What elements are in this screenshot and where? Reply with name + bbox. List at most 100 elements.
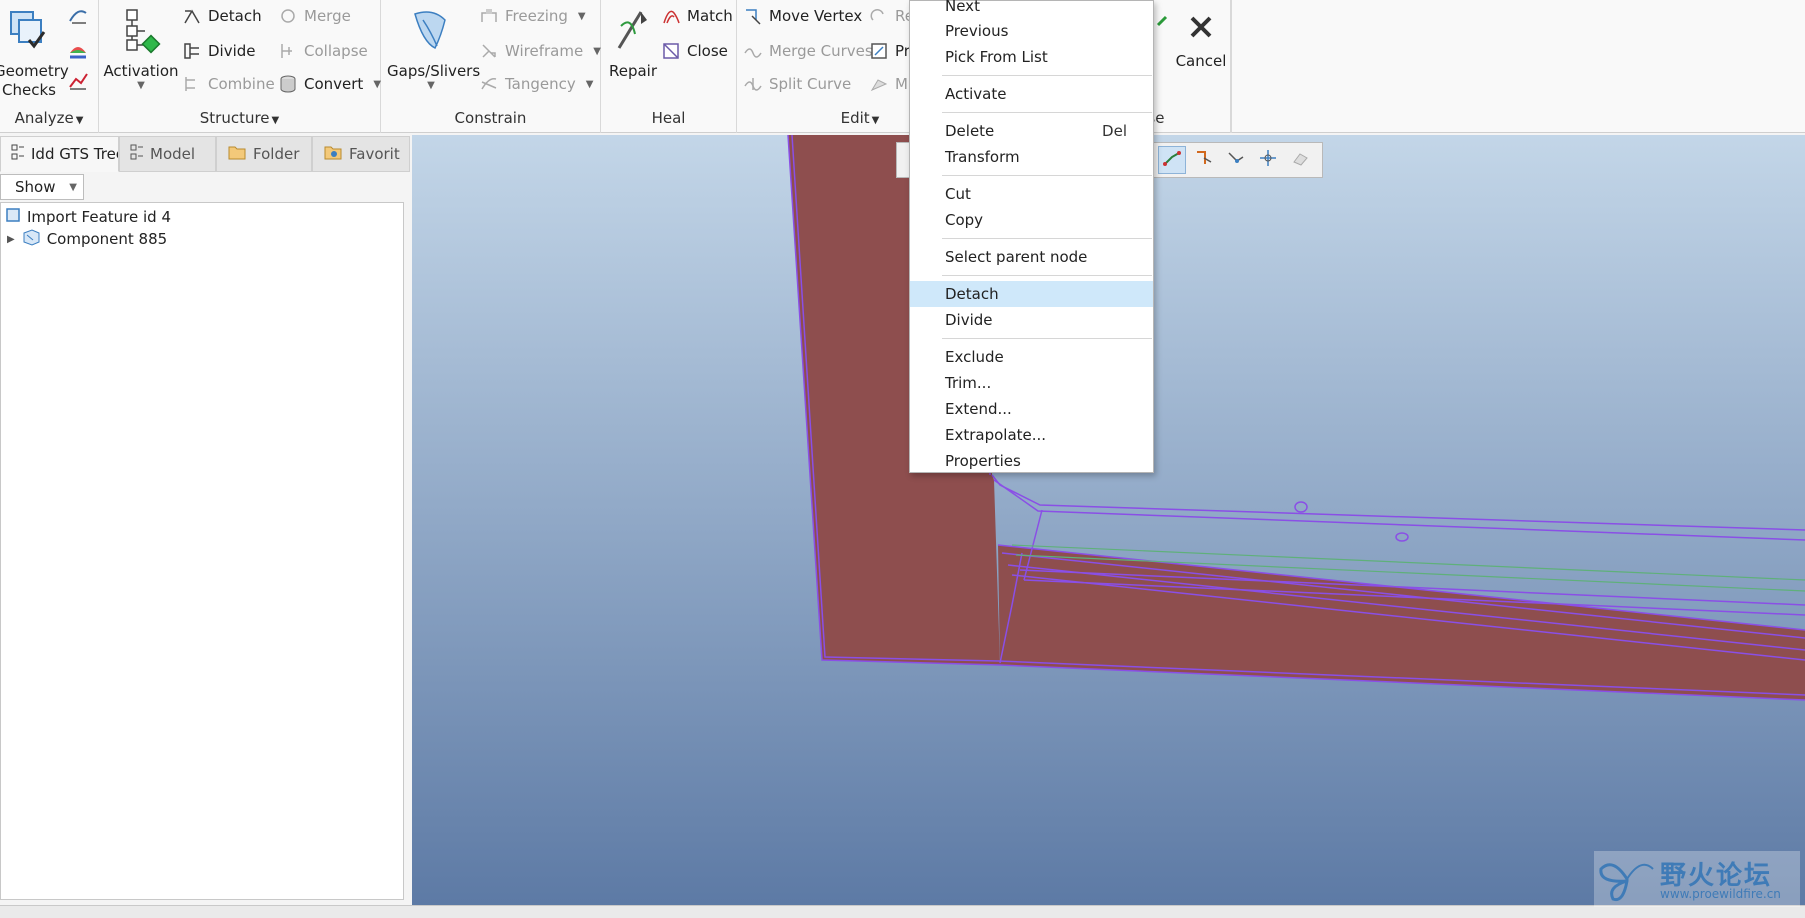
- repair-button[interactable]: Repair: [603, 6, 663, 80]
- menu-item-pick-from-list[interactable]: Pick From List: [910, 44, 1153, 70]
- combine-button[interactable]: Combine: [182, 73, 275, 95]
- tree-row-label: Component 885: [46, 230, 168, 248]
- menu-item-detach[interactable]: Detach: [910, 281, 1153, 307]
- tree-row[interactable]: Import Feature id 4: [5, 206, 171, 228]
- color-map-icon: [68, 39, 88, 59]
- menu-item-cut[interactable]: Cut: [910, 181, 1153, 207]
- show-row: Show ▼: [0, 174, 410, 200]
- select-edges-button[interactable]: [1158, 146, 1186, 174]
- close-heal-button[interactable]: Close: [661, 40, 728, 62]
- structure-group-label[interactable]: Structure ▼: [99, 109, 380, 127]
- menu-item-previous[interactable]: Previous: [910, 18, 1153, 44]
- menu-item-label: Divide: [945, 311, 993, 329]
- repair-icon: [603, 6, 663, 58]
- face-select-icon: [1290, 148, 1310, 172]
- freezing-button[interactable]: Freezing ▼: [479, 5, 586, 27]
- menu-item-label: Copy: [945, 211, 984, 229]
- menu-item-delete[interactable]: Delete Del: [910, 118, 1153, 144]
- activation-button[interactable]: Activation ▼: [103, 6, 179, 91]
- edge-select-icon: [1162, 148, 1182, 172]
- tree-row-label: Import Feature id 4: [27, 208, 172, 226]
- watermark-url: www.proewildfire.cn: [1660, 887, 1781, 901]
- menu-item-properties[interactable]: Properties: [910, 448, 1153, 474]
- tree-row[interactable]: ▶ Component 885: [7, 228, 167, 250]
- tab-gts-tree[interactable]: Idd GTS Tree: [0, 136, 119, 172]
- caret-down-icon: ▼: [271, 115, 280, 126]
- match-icon: [661, 6, 681, 26]
- gaps-slivers-button[interactable]: Gaps/Slivers ▼: [387, 6, 480, 91]
- constrain-group: Gaps/Slivers ▼ Freezing ▼ Wireframe ▼ Tang…: [381, 0, 601, 133]
- menu-separator: [942, 275, 1152, 276]
- menu-item-label: Transform: [945, 148, 1020, 166]
- analyze-tool-2[interactable]: [68, 38, 88, 60]
- menu-item-divide[interactable]: Divide: [910, 307, 1153, 333]
- caret-down-icon: ▼: [871, 115, 880, 126]
- tab-folder[interactable]: Folder: [216, 136, 312, 172]
- menu-item-trim[interactable]: Trim...: [910, 370, 1153, 396]
- caret-down-icon: ▼: [577, 10, 586, 22]
- menu-item-shortcut: Del: [1102, 122, 1127, 140]
- tab-model[interactable]: Model: [119, 136, 216, 172]
- model-tree-icon: [130, 144, 144, 164]
- edit-tool-m[interactable]: M: [869, 73, 908, 95]
- detach-button[interactable]: Detach: [182, 5, 262, 27]
- menu-item-copy[interactable]: Copy: [910, 207, 1153, 233]
- deviation-icon: [68, 71, 88, 91]
- menu-item-extend[interactable]: Extend...: [910, 396, 1153, 422]
- forum-watermark: 野火论坛 www.proewildfire.cn: [1594, 851, 1800, 907]
- expand-arrow-icon[interactable]: ▶: [7, 234, 15, 245]
- show-label: Show: [15, 178, 56, 196]
- edit-tool-re[interactable]: Re: [869, 5, 914, 27]
- convert-button[interactable]: Convert ▼: [278, 73, 381, 95]
- split-curve-button[interactable]: Split Curve: [743, 73, 851, 95]
- caret-down-icon: ▼: [75, 115, 84, 126]
- menu-separator: [942, 238, 1152, 239]
- select-vertices-button[interactable]: [1222, 146, 1250, 174]
- geometry-checks-button[interactable]: Geometry Checks: [0, 6, 69, 100]
- tab-favorites[interactable]: Favorit: [312, 136, 410, 172]
- status-bar: [0, 905, 1805, 918]
- caret-down-icon: ▼: [69, 181, 77, 193]
- cancel-button[interactable]: Cancel: [1174, 10, 1228, 70]
- mini-toolbar-left-edge: [896, 142, 910, 178]
- menu-item-extrapolate[interactable]: Extrapolate...: [910, 422, 1153, 448]
- collapse-icon: [278, 41, 298, 61]
- merge-curves-button[interactable]: Merge Curves: [743, 40, 873, 62]
- edit-label: Edit: [840, 109, 870, 127]
- select-intersection-button[interactable]: [1254, 146, 1282, 174]
- split-curve-label: Split Curve: [769, 75, 852, 93]
- show-dropdown[interactable]: Show ▼: [0, 174, 84, 200]
- modify-icon: [869, 74, 889, 94]
- analyze-tool-1[interactable]: [68, 4, 88, 26]
- favorites-folder-icon: [323, 143, 343, 165]
- cancel-label: Cancel: [1175, 52, 1227, 70]
- match-button[interactable]: Match: [661, 5, 733, 27]
- select-faces-button[interactable]: [1286, 146, 1314, 174]
- menu-item-next[interactable]: Next: [910, 0, 1153, 19]
- project-icon: [869, 41, 889, 61]
- merge-button[interactable]: Merge: [278, 5, 351, 27]
- gaps-slivers-label: Gaps/Slivers: [387, 62, 481, 80]
- menu-separator: [942, 175, 1152, 176]
- menu-item-label: Properties: [945, 452, 1021, 470]
- menu-item-transform[interactable]: Transform: [910, 144, 1153, 170]
- menu-item-select-parent-node[interactable]: Select parent node: [910, 244, 1153, 270]
- collapse-button[interactable]: Collapse: [278, 40, 368, 62]
- edit-tool-pr[interactable]: Pr: [869, 40, 910, 62]
- menu-item-exclude[interactable]: Exclude: [910, 344, 1153, 370]
- select-curves-button[interactable]: [1190, 146, 1218, 174]
- split-curve-icon: [743, 74, 763, 94]
- divide-button[interactable]: Divide: [182, 40, 256, 62]
- analyze-tool-3[interactable]: [68, 70, 88, 92]
- menu-item-label: Delete: [945, 122, 995, 140]
- tab-favorites-label: Favorit: [349, 145, 400, 163]
- analyze-group-label[interactable]: Analyze ▼: [0, 109, 98, 127]
- heal-group: Repair Match Close Heal: [601, 0, 737, 133]
- ok-button[interactable]: [1152, 14, 1172, 36]
- wireframe-button[interactable]: Wireframe ▼: [479, 40, 601, 62]
- menu-item-activate[interactable]: Activate: [910, 81, 1153, 107]
- move-vertex-button[interactable]: Move Vertex: [743, 5, 862, 27]
- caret-down-icon: ▼: [373, 78, 382, 90]
- close-heal-label: Close: [687, 42, 728, 60]
- tangency-button[interactable]: Tangency ▼: [479, 73, 593, 95]
